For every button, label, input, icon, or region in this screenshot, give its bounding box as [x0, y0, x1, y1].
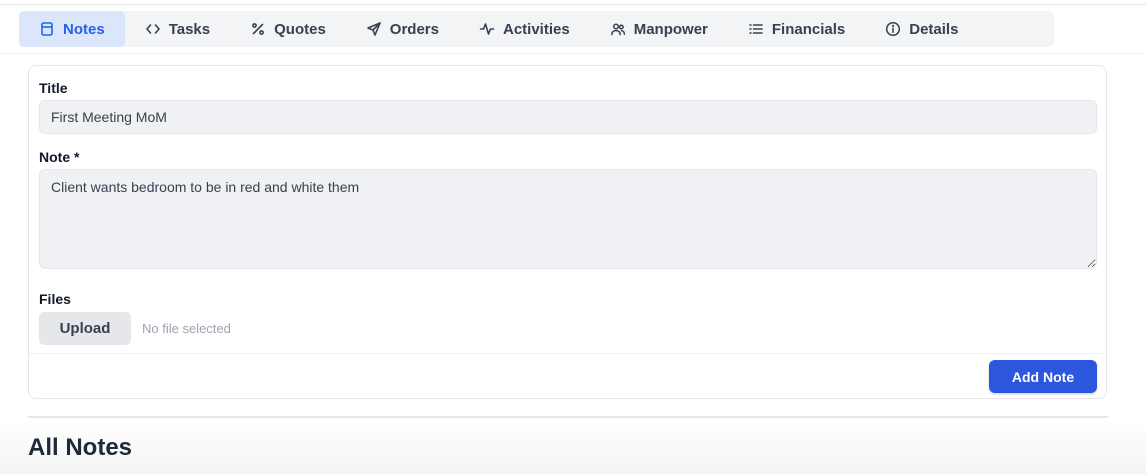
tab-label: Details: [909, 20, 959, 38]
info-icon: [886, 21, 901, 37]
code-brackets-icon: [145, 24, 160, 34]
tab-activities[interactable]: Activities: [459, 11, 590, 47]
file-status-text: No file selected: [142, 321, 231, 336]
title-input[interactable]: [39, 100, 1097, 134]
activity-pulse-icon: [479, 23, 495, 35]
upload-button[interactable]: Upload: [39, 312, 131, 345]
tab-orders[interactable]: Orders: [346, 11, 459, 47]
tab-label: Quotes: [274, 20, 326, 38]
tab-bar-divider: [0, 53, 1146, 54]
tab-label: Tasks: [168, 20, 211, 38]
note-form-card: Title Note * Client wants bedroom to be …: [28, 65, 1107, 399]
title-label: Title: [39, 80, 68, 96]
tab-details[interactable]: Details: [865, 11, 978, 47]
form-footer-divider: [29, 353, 1106, 354]
tab-manpower[interactable]: Manpower: [590, 11, 728, 47]
note-label: Note *: [39, 149, 80, 165]
tab-label: Activities: [503, 20, 570, 38]
tab-tasks[interactable]: Tasks: [125, 11, 230, 47]
section-divider: [28, 416, 1108, 418]
add-note-button[interactable]: Add Note: [989, 360, 1097, 393]
tab-financials[interactable]: Financials: [728, 11, 865, 47]
tab-label: Manpower: [633, 20, 708, 38]
percent-icon: [252, 23, 265, 35]
users-icon: [610, 23, 625, 36]
all-notes-heading: All Notes: [28, 434, 133, 461]
notebook-icon: [41, 22, 53, 36]
files-label: Files: [39, 291, 71, 307]
tab-notes[interactable]: Notes: [19, 11, 125, 47]
tab-bar: Notes Tasks Quotes Orders Activities Man…: [19, 11, 1054, 47]
send-icon: [366, 22, 381, 36]
tab-quotes[interactable]: Quotes: [230, 11, 346, 47]
list-icon: [749, 24, 763, 34]
top-border: [0, 4, 1146, 5]
tab-label: Orders: [389, 20, 439, 38]
bottom-background: [0, 420, 1146, 474]
tab-label: Financials: [771, 20, 846, 38]
tab-label: Notes: [63, 20, 105, 38]
note-textarea[interactable]: Client wants bedroom to be in red and wh…: [39, 169, 1097, 269]
